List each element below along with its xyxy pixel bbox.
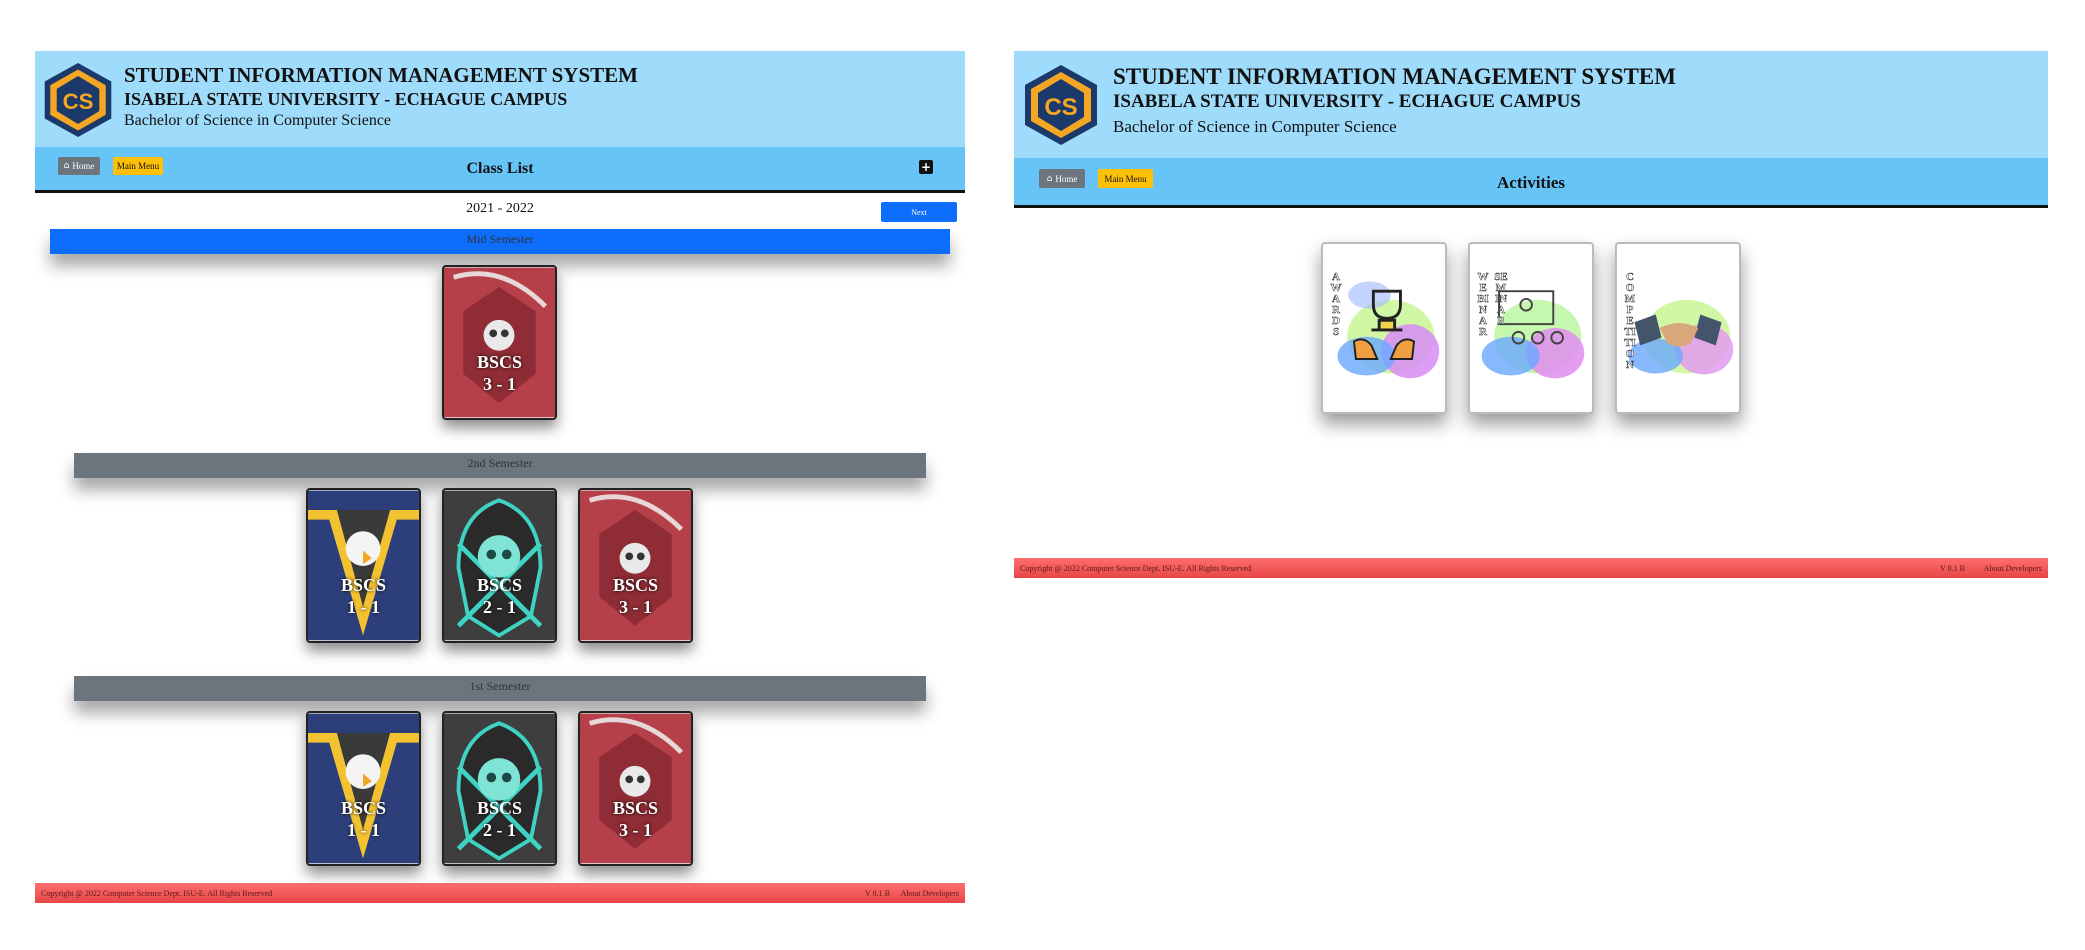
semester-header-2nd: 2nd Semester [74,453,926,478]
class-card-bscs-3-1[interactable]: BSCS 3 - 1 [578,711,693,866]
class-code: BSCS [476,575,523,595]
reaper-icon [580,713,691,864]
eagle-icon [308,490,419,641]
class-code: BSCS [340,798,387,818]
nav-bar: ⌂ Home Main Menu Class List + [35,147,965,193]
copyright-text: Copyright @ 2022 Computer Science Dept. … [1020,564,1252,573]
skull-icon [444,490,555,641]
class-section: 3 - 1 [619,597,652,617]
cs-logo: CS [44,63,112,137]
system-title: STUDENT INFORMATION MANAGEMENT SYSTEM [124,63,638,87]
class-code: BSCS [612,798,659,818]
class-section: 1 - 1 [347,820,380,840]
program-name: Bachelor of Science in Computer Science [124,112,392,129]
version-text: V 0.1 B [865,889,890,898]
class-section: 3 - 1 [483,374,516,394]
svg-text:CS: CS [63,89,94,114]
eagle-icon [308,713,419,864]
class-code: BSCS [340,575,387,595]
version-text: V 0.1 B [1940,564,1965,573]
footer: Copyright @ 2022 Computer Science Dept. … [35,883,965,903]
reaper-icon [580,490,691,641]
semester-header-mid: Mid Semester [50,229,950,254]
copyright-text: Copyright @ 2022 Computer Science Dept. … [41,889,273,898]
nav-bar: ⌂ Home Main Menu Activities [1014,158,2048,208]
university-name: ISABELA STATE UNIVERSITY - ECHAGUE CAMPU… [1113,91,1581,112]
activity-label: WEBINAR [1477,271,1489,338]
next-button[interactable]: Next [881,202,957,222]
cs-logo: CS [1025,65,1097,145]
activity-label-secondary: SEMINAR [1494,271,1508,327]
activity-card-webinar-seminar[interactable]: WEBINAR SEMINAR [1468,242,1594,414]
class-section: 1 - 1 [347,597,380,617]
university-name: ISABELA STATE UNIVERSITY - ECHAGUE CAMPU… [124,89,568,109]
class-section: 2 - 1 [483,820,516,840]
activity-card-awards[interactable]: AWARDS [1321,242,1447,414]
class-section: 2 - 1 [483,597,516,617]
class-card-bscs-3-1[interactable]: BSCS 3 - 1 [442,265,557,420]
activity-card-competition[interactable]: COMPETITION [1615,242,1741,414]
footer: Copyright @ 2022 Computer Science Dept. … [1014,558,2048,578]
skull-icon [444,713,555,864]
about-developers-link[interactable]: About Developers [1984,564,2042,573]
page-title: Class List [466,160,534,177]
class-card-bscs-1-1[interactable]: BSCS 1 - 1 [306,488,421,643]
program-name: Bachelor of Science in Computer Science [1113,117,1397,136]
activities-screen: CS STUDENT INFORMATION MANAGEMENT SYSTEM… [1014,51,2048,578]
activity-label: AWARDS [1330,271,1342,338]
svg-text:CS: CS [1044,94,1077,121]
semester-header-1st: 1st Semester [74,676,926,701]
activity-label: COMPETITION [1624,271,1636,371]
class-card-bscs-2-1[interactable]: BSCS 2 - 1 [442,488,557,643]
reaper-icon [444,267,555,418]
system-title: STUDENT INFORMATION MANAGEMENT SYSTEM [1113,64,1676,89]
header: CS STUDENT INFORMATION MANAGEMENT SYSTEM… [35,51,965,147]
class-code: BSCS [612,575,659,595]
class-card-bscs-1-1[interactable]: BSCS 1 - 1 [306,711,421,866]
plus-square-icon[interactable]: + [919,160,933,174]
class-code: BSCS [476,352,523,372]
header: CS STUDENT INFORMATION MANAGEMENT SYSTEM… [1014,51,2048,158]
school-year: 2021 - 2022 [466,201,534,216]
class-list-screen: CS STUDENT INFORMATION MANAGEMENT SYSTEM… [35,51,965,903]
page-title: Activities [1497,173,1565,192]
class-code: BSCS [476,798,523,818]
about-developers-link[interactable]: About Developers [901,889,959,898]
class-card-bscs-3-1[interactable]: BSCS 3 - 1 [578,488,693,643]
class-section: 3 - 1 [619,820,652,840]
class-card-bscs-2-1[interactable]: BSCS 2 - 1 [442,711,557,866]
